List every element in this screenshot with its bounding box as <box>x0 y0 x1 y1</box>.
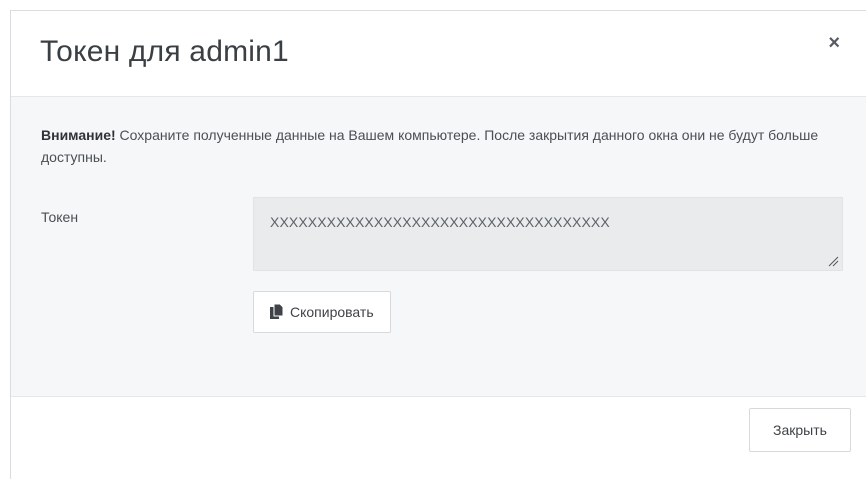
token-textarea[interactable]: XXXXXXXXXXXXXXXXXXXXXXXXXXXXXXXXXXXX <box>253 197 843 271</box>
copy-button-label: Скопировать <box>290 304 374 320</box>
token-label: Токен <box>41 209 79 225</box>
modal-title: Токен для admin1 <box>40 35 289 68</box>
copy-button[interactable]: Скопировать <box>253 291 391 333</box>
warning-message: Внимание! Сохраните полученные данные на… <box>41 124 841 168</box>
copy-icon <box>270 304 284 319</box>
close-icon[interactable]: × <box>828 33 840 53</box>
modal-body: Внимание! Сохраните полученные данные на… <box>11 97 866 397</box>
resize-handle-icon[interactable] <box>827 255 839 267</box>
modal-header: Токен для admin1 × <box>11 11 866 97</box>
close-button-label: Закрыть <box>773 422 827 438</box>
warning-title: Внимание! <box>41 127 116 143</box>
warning-text: Сохраните полученные данные на Вашем ком… <box>41 127 819 165</box>
close-button[interactable]: Закрыть <box>749 408 851 452</box>
token-value: XXXXXXXXXXXXXXXXXXXXXXXXXXXXXXXXXXXX <box>270 214 610 230</box>
token-modal: Токен для admin1 × Внимание! Сохраните п… <box>10 10 866 479</box>
